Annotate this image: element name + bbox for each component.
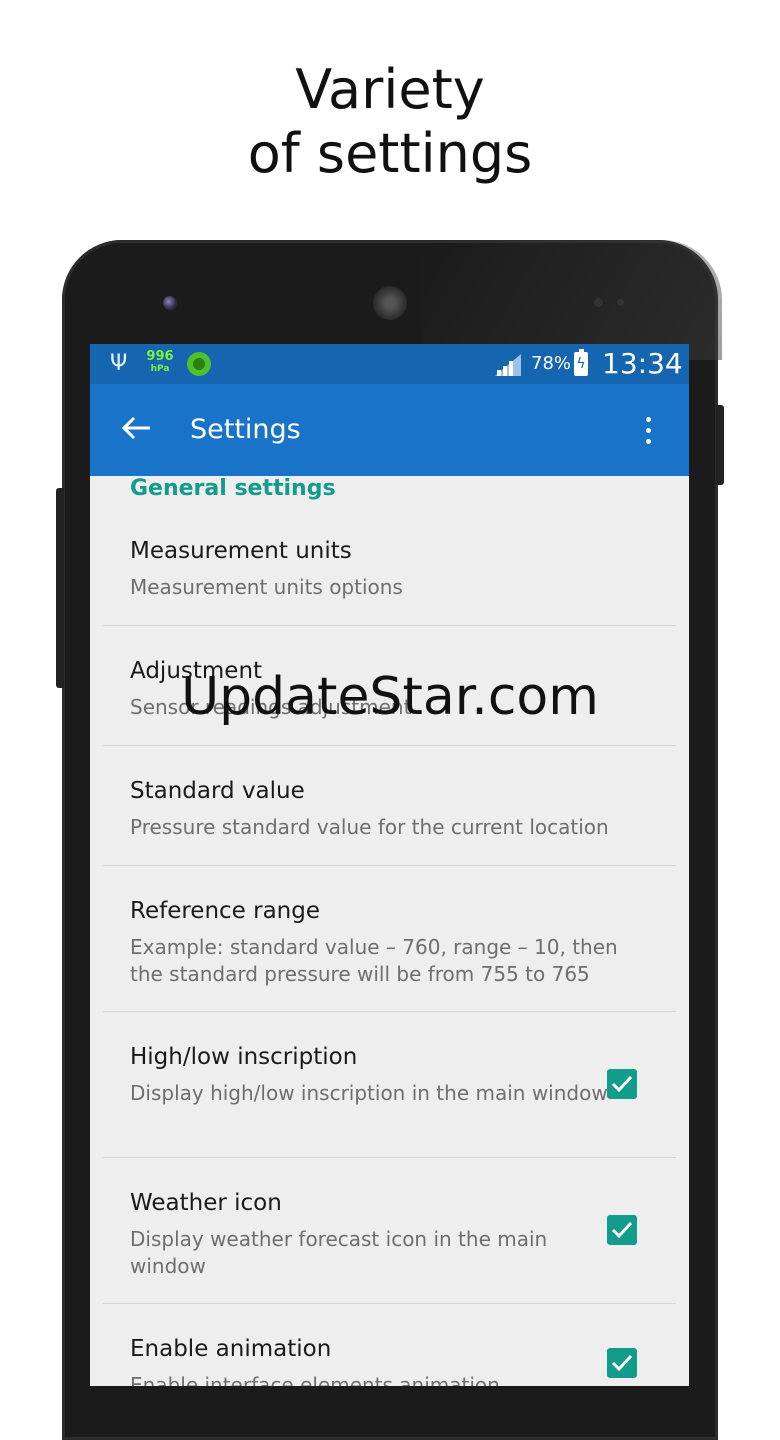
divider xyxy=(103,1303,676,1304)
setting-title: Measurement units xyxy=(130,538,352,564)
overflow-menu-icon[interactable] xyxy=(638,414,658,450)
divider xyxy=(103,1157,676,1158)
check-icon xyxy=(611,1075,633,1093)
setting-subtitle: Display high/low inscription in the main… xyxy=(130,1081,608,1105)
back-arrow-icon[interactable] xyxy=(118,410,154,446)
checkbox-enable-animation[interactable] xyxy=(607,1348,637,1378)
setting-subtitle: Example: standard value – 760, range – 1… xyxy=(130,935,618,986)
status-bar: Ψ 996 hPa 78% ϟ 13:34 xyxy=(90,344,689,384)
usb-icon: Ψ xyxy=(110,351,128,376)
watermark: UpdateStar.com xyxy=(181,667,599,727)
front-camera xyxy=(163,296,177,310)
setting-subtitle: Enable interface elements animation xyxy=(130,1373,500,1386)
promo-line-2: of settings xyxy=(247,122,533,185)
light-sensor xyxy=(617,299,624,306)
phone-screen: Ψ 996 hPa 78% ϟ 13:34 Settings General s… xyxy=(90,344,689,1386)
setting-title: Standard value xyxy=(130,778,305,804)
checkbox-high-low[interactable] xyxy=(607,1069,637,1099)
volume-button xyxy=(56,488,64,688)
power-button xyxy=(716,405,724,485)
battery-charging-icon: ϟ xyxy=(574,349,588,376)
battery-percent: 78% xyxy=(531,353,572,374)
setting-title: High/low inscription xyxy=(130,1044,358,1070)
proximity-sensor xyxy=(594,298,603,307)
divider xyxy=(103,1011,676,1012)
page-title: Settings xyxy=(190,414,301,445)
divider xyxy=(103,625,676,626)
setting-subtitle: Pressure standard value for the current … xyxy=(130,815,609,839)
clock: 13:34 xyxy=(602,347,683,380)
setting-subtitle: Measurement units options xyxy=(130,575,403,599)
checkbox-weather-icon[interactable] xyxy=(607,1215,637,1245)
setting-subtitle: Display weather forecast icon in the mai… xyxy=(130,1227,548,1278)
setting-title: Enable animation xyxy=(130,1336,332,1362)
setting-title: Reference range xyxy=(130,898,321,924)
security-app-icon xyxy=(187,352,211,376)
divider xyxy=(103,745,676,746)
check-icon xyxy=(611,1221,633,1239)
promo-headline: Variety of settings xyxy=(0,58,780,186)
pressure-notification-icon: 996 hPa xyxy=(146,349,174,374)
promo-line-1: Variety xyxy=(295,58,485,121)
check-icon xyxy=(611,1354,633,1372)
divider xyxy=(103,865,676,866)
setting-title: Weather icon xyxy=(130,1190,282,1216)
earpiece-speaker xyxy=(373,286,407,320)
section-header-general: General settings xyxy=(130,476,336,501)
app-bar: Settings xyxy=(90,384,689,476)
signal-icon xyxy=(495,354,521,376)
